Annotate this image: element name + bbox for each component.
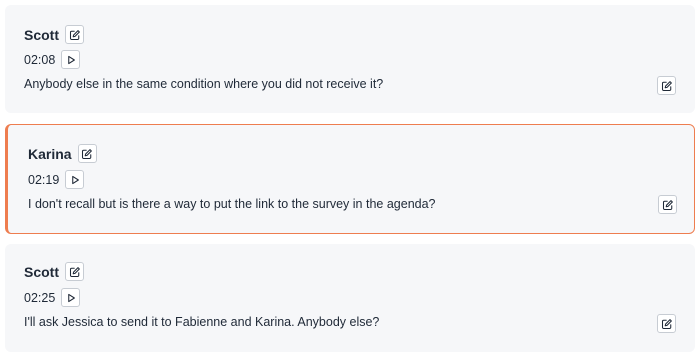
transcript-text: I don't recall but is there a way to put… bbox=[28, 197, 436, 211]
edit-icon bbox=[82, 148, 92, 159]
play-button[interactable] bbox=[61, 288, 81, 307]
timestamp-row: 02:19 bbox=[28, 170, 85, 189]
edit-text-button[interactable] bbox=[658, 195, 677, 214]
transcript-entry-active[interactable]: Karina 02:19 I don't recall but is there… bbox=[5, 124, 695, 234]
timestamp: 02:19 bbox=[28, 172, 60, 187]
edit-icon bbox=[661, 80, 672, 91]
timestamp: 02:08 bbox=[24, 52, 56, 67]
speaker-row: Scott bbox=[24, 25, 84, 44]
transcript-entry[interactable]: Scott 02:08 Anybody else in the same con… bbox=[5, 5, 695, 113]
speaker-name: Scott bbox=[24, 26, 59, 43]
edit-speaker-button[interactable] bbox=[65, 262, 84, 281]
edit-text-button[interactable] bbox=[657, 314, 676, 333]
speaker-row: Karina bbox=[28, 144, 97, 163]
edit-icon bbox=[69, 266, 80, 277]
edit-text-button[interactable] bbox=[657, 76, 676, 95]
timestamp-row: 02:25 bbox=[24, 288, 81, 307]
play-icon bbox=[72, 175, 79, 184]
edit-icon bbox=[662, 199, 673, 210]
transcript-text: I'll ask Jessica to send it to Fabienne … bbox=[24, 315, 380, 329]
play-icon bbox=[68, 293, 75, 302]
speaker-name: Scott bbox=[24, 263, 59, 280]
edit-speaker-button[interactable] bbox=[77, 144, 97, 163]
speaker-name: Karina bbox=[28, 145, 72, 162]
transcript-text: Anybody else in the same condition where… bbox=[24, 77, 384, 91]
edit-speaker-button[interactable] bbox=[65, 25, 84, 44]
transcript-entry[interactable]: Scott 02:25 I'll ask Jessica to send it … bbox=[5, 244, 695, 352]
play-icon bbox=[68, 55, 75, 64]
transcript-list: Scott 02:08 Anybody else in the same con… bbox=[0, 0, 700, 356]
edit-icon bbox=[69, 29, 80, 40]
play-button[interactable] bbox=[61, 50, 81, 69]
play-button[interactable] bbox=[65, 170, 85, 189]
edit-icon bbox=[661, 318, 672, 329]
speaker-row: Scott bbox=[24, 262, 84, 281]
timestamp-row: 02:08 bbox=[24, 50, 81, 69]
timestamp: 02:25 bbox=[24, 290, 56, 305]
